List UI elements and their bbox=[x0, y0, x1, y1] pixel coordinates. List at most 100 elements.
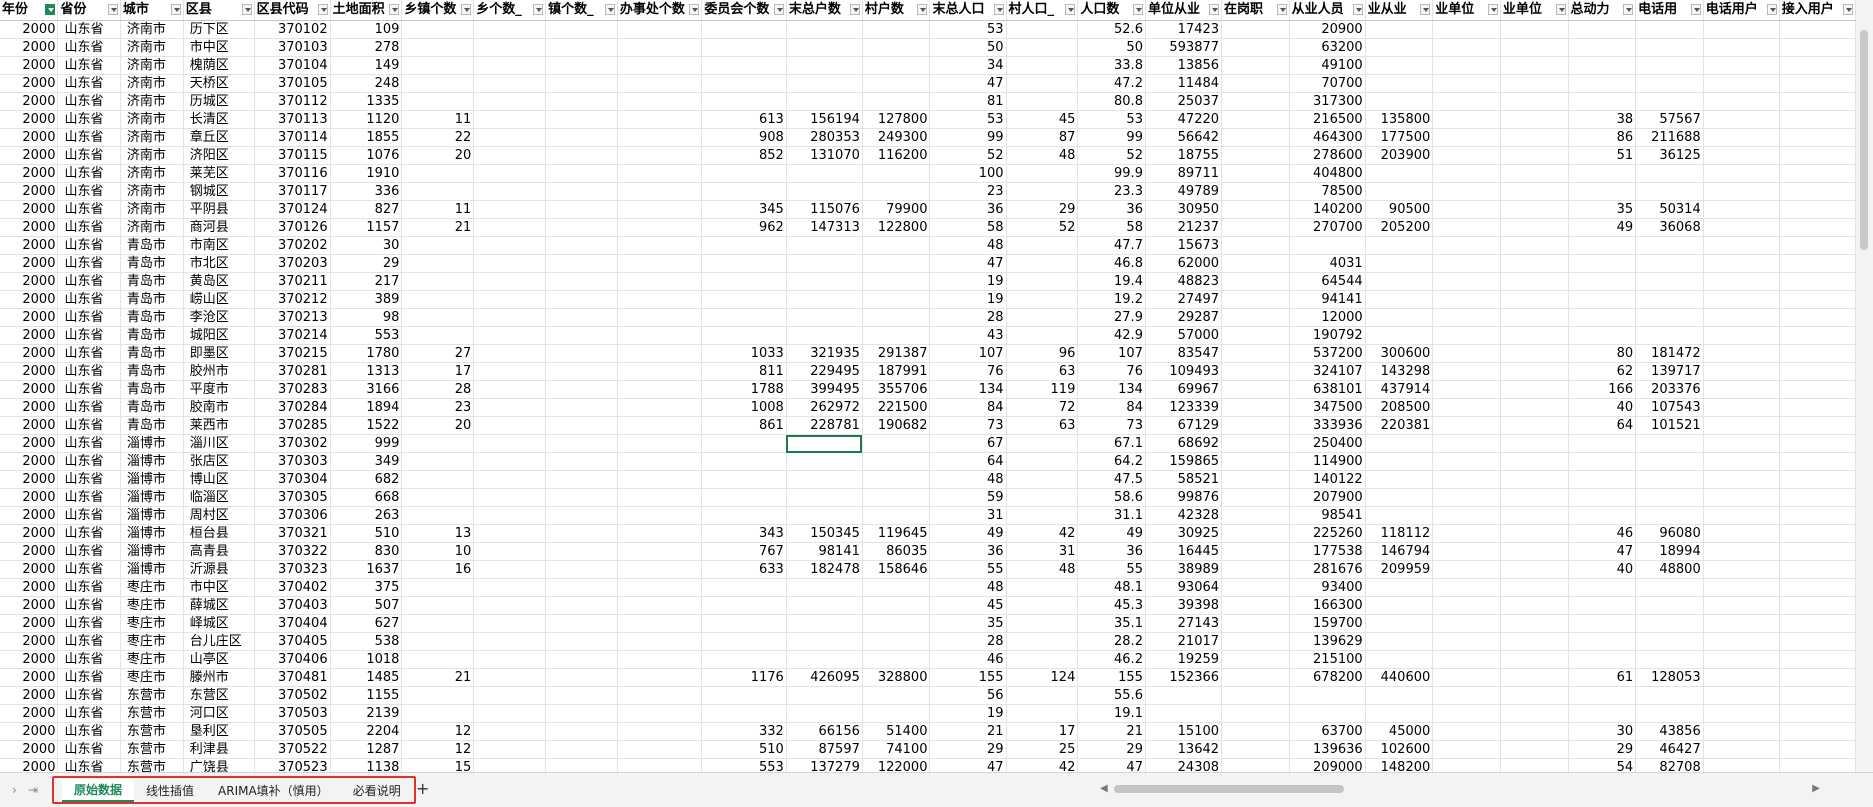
table-cell[interactable]: 2000 bbox=[0, 38, 59, 57]
table-cell[interactable] bbox=[545, 128, 618, 147]
table-cell[interactable]: 248 bbox=[330, 74, 403, 93]
table-cell[interactable]: 148200 bbox=[1365, 758, 1434, 772]
table-cell[interactable]: 莱西市 bbox=[183, 416, 255, 435]
table-cell[interactable]: 86035 bbox=[862, 542, 931, 561]
table-cell[interactable]: 66156 bbox=[786, 722, 863, 741]
table-cell[interactable]: 177500 bbox=[1365, 128, 1434, 147]
table-cell[interactable]: 2000 bbox=[0, 758, 59, 772]
table-cell[interactable]: 49100 bbox=[1289, 56, 1366, 75]
table-cell[interactable] bbox=[1006, 470, 1079, 489]
table-cell[interactable] bbox=[401, 488, 475, 507]
table-cell[interactable] bbox=[1568, 20, 1637, 39]
table-cell[interactable]: 370523 bbox=[254, 758, 331, 772]
table-cell[interactable]: 29 bbox=[330, 254, 403, 273]
table-cell[interactable]: 淄博市 bbox=[120, 470, 184, 489]
table-cell[interactable] bbox=[862, 38, 931, 57]
table-cell[interactable]: 370406 bbox=[254, 650, 331, 669]
table-cell[interactable]: 济南市 bbox=[120, 218, 184, 237]
table-cell[interactable] bbox=[1432, 434, 1501, 453]
table-cell[interactable] bbox=[545, 74, 618, 93]
table-cell[interactable]: 平度市 bbox=[183, 380, 255, 399]
table-cell[interactable] bbox=[473, 38, 547, 57]
table-cell[interactable]: 370112 bbox=[254, 92, 331, 111]
table-cell[interactable] bbox=[701, 92, 787, 111]
column-header[interactable]: 城市 bbox=[120, 0, 184, 21]
table-cell[interactable] bbox=[1006, 434, 1079, 453]
table-cell[interactable] bbox=[473, 380, 547, 399]
table-cell[interactable]: 1335 bbox=[330, 92, 403, 111]
table-cell[interactable]: 1788 bbox=[701, 380, 787, 399]
table-cell[interactable] bbox=[1500, 740, 1569, 759]
table-cell[interactable]: 21 bbox=[929, 722, 1007, 741]
table-cell[interactable] bbox=[1365, 632, 1434, 651]
table-cell[interactable] bbox=[1365, 452, 1434, 471]
table-cell[interactable]: 19 bbox=[929, 290, 1007, 309]
table-cell[interactable]: 16 bbox=[401, 560, 475, 579]
table-cell[interactable] bbox=[786, 74, 863, 93]
table-cell[interactable]: 山东省 bbox=[57, 236, 121, 255]
table-cell[interactable]: 140122 bbox=[1289, 470, 1366, 489]
table-cell[interactable] bbox=[1635, 92, 1704, 111]
table-cell[interactable]: 济南市 bbox=[120, 128, 184, 147]
table-cell[interactable] bbox=[545, 434, 618, 453]
table-cell[interactable]: 11 bbox=[401, 200, 475, 219]
table-cell[interactable]: 2000 bbox=[0, 128, 59, 147]
table-cell[interactable] bbox=[473, 200, 547, 219]
table-cell[interactable]: 13 bbox=[401, 524, 475, 543]
table-cell[interactable]: 济南市 bbox=[120, 56, 184, 75]
table-cell[interactable]: 13642 bbox=[1145, 740, 1223, 759]
filter-dropdown-icon[interactable] bbox=[241, 4, 252, 15]
table-cell[interactable]: 107543 bbox=[1635, 398, 1704, 417]
table-cell[interactable]: 山东省 bbox=[57, 344, 121, 363]
table-cell[interactable] bbox=[1221, 560, 1290, 579]
table-cell[interactable] bbox=[1779, 74, 1856, 93]
table-cell[interactable] bbox=[1500, 272, 1569, 291]
table-cell[interactable] bbox=[862, 704, 931, 723]
table-cell[interactable] bbox=[1221, 20, 1290, 39]
table-cell[interactable]: 2000 bbox=[0, 614, 59, 633]
table-cell[interactable] bbox=[545, 452, 618, 471]
table-cell[interactable] bbox=[701, 470, 787, 489]
table-cell[interactable]: 槐荫区 bbox=[183, 56, 255, 75]
table-cell[interactable]: 228781 bbox=[786, 416, 863, 435]
table-cell[interactable]: 40 bbox=[1568, 398, 1637, 417]
table-cell[interactable]: 370114 bbox=[254, 128, 331, 147]
column-header[interactable]: 人口数 bbox=[1077, 0, 1146, 21]
table-cell[interactable]: 39398 bbox=[1145, 596, 1223, 615]
table-cell[interactable] bbox=[1006, 488, 1079, 507]
table-cell[interactable] bbox=[1703, 92, 1780, 111]
table-cell[interactable] bbox=[1500, 218, 1569, 237]
table-cell[interactable]: 42.9 bbox=[1077, 326, 1146, 345]
table-cell[interactable] bbox=[1703, 632, 1780, 651]
table-cell[interactable] bbox=[473, 614, 547, 633]
table-cell[interactable] bbox=[1432, 758, 1501, 772]
table-cell[interactable] bbox=[1006, 650, 1079, 669]
table-cell[interactable]: 2000 bbox=[0, 470, 59, 489]
table-cell[interactable]: 3166 bbox=[330, 380, 403, 399]
table-cell[interactable] bbox=[1568, 38, 1637, 57]
table-cell[interactable]: 122800 bbox=[862, 218, 931, 237]
table-cell[interactable] bbox=[1221, 74, 1290, 93]
table-cell[interactable]: 山东省 bbox=[57, 290, 121, 309]
table-cell[interactable]: 高青县 bbox=[183, 542, 255, 561]
table-cell[interactable] bbox=[1779, 542, 1856, 561]
table-cell[interactable] bbox=[1221, 308, 1290, 327]
table-cell[interactable]: 51 bbox=[1568, 146, 1637, 165]
table-cell[interactable] bbox=[473, 722, 547, 741]
table-cell[interactable]: 28.2 bbox=[1077, 632, 1146, 651]
table-cell[interactable] bbox=[1006, 236, 1079, 255]
table-cell[interactable] bbox=[617, 506, 703, 525]
table-cell[interactable] bbox=[1703, 524, 1780, 543]
table-cell[interactable] bbox=[545, 758, 618, 772]
table-cell[interactable] bbox=[401, 632, 475, 651]
table-cell[interactable]: 市中区 bbox=[183, 578, 255, 597]
table-cell[interactable] bbox=[617, 434, 703, 453]
table-cell[interactable] bbox=[401, 650, 475, 669]
table-cell[interactable]: 43 bbox=[929, 326, 1007, 345]
table-cell[interactable] bbox=[1500, 110, 1569, 129]
table-cell[interactable]: 46 bbox=[1568, 524, 1637, 543]
table-cell[interactable] bbox=[1500, 308, 1569, 327]
table-cell[interactable] bbox=[473, 218, 547, 237]
table-cell[interactable] bbox=[1432, 182, 1501, 201]
table-cell[interactable]: 10 bbox=[401, 542, 475, 561]
